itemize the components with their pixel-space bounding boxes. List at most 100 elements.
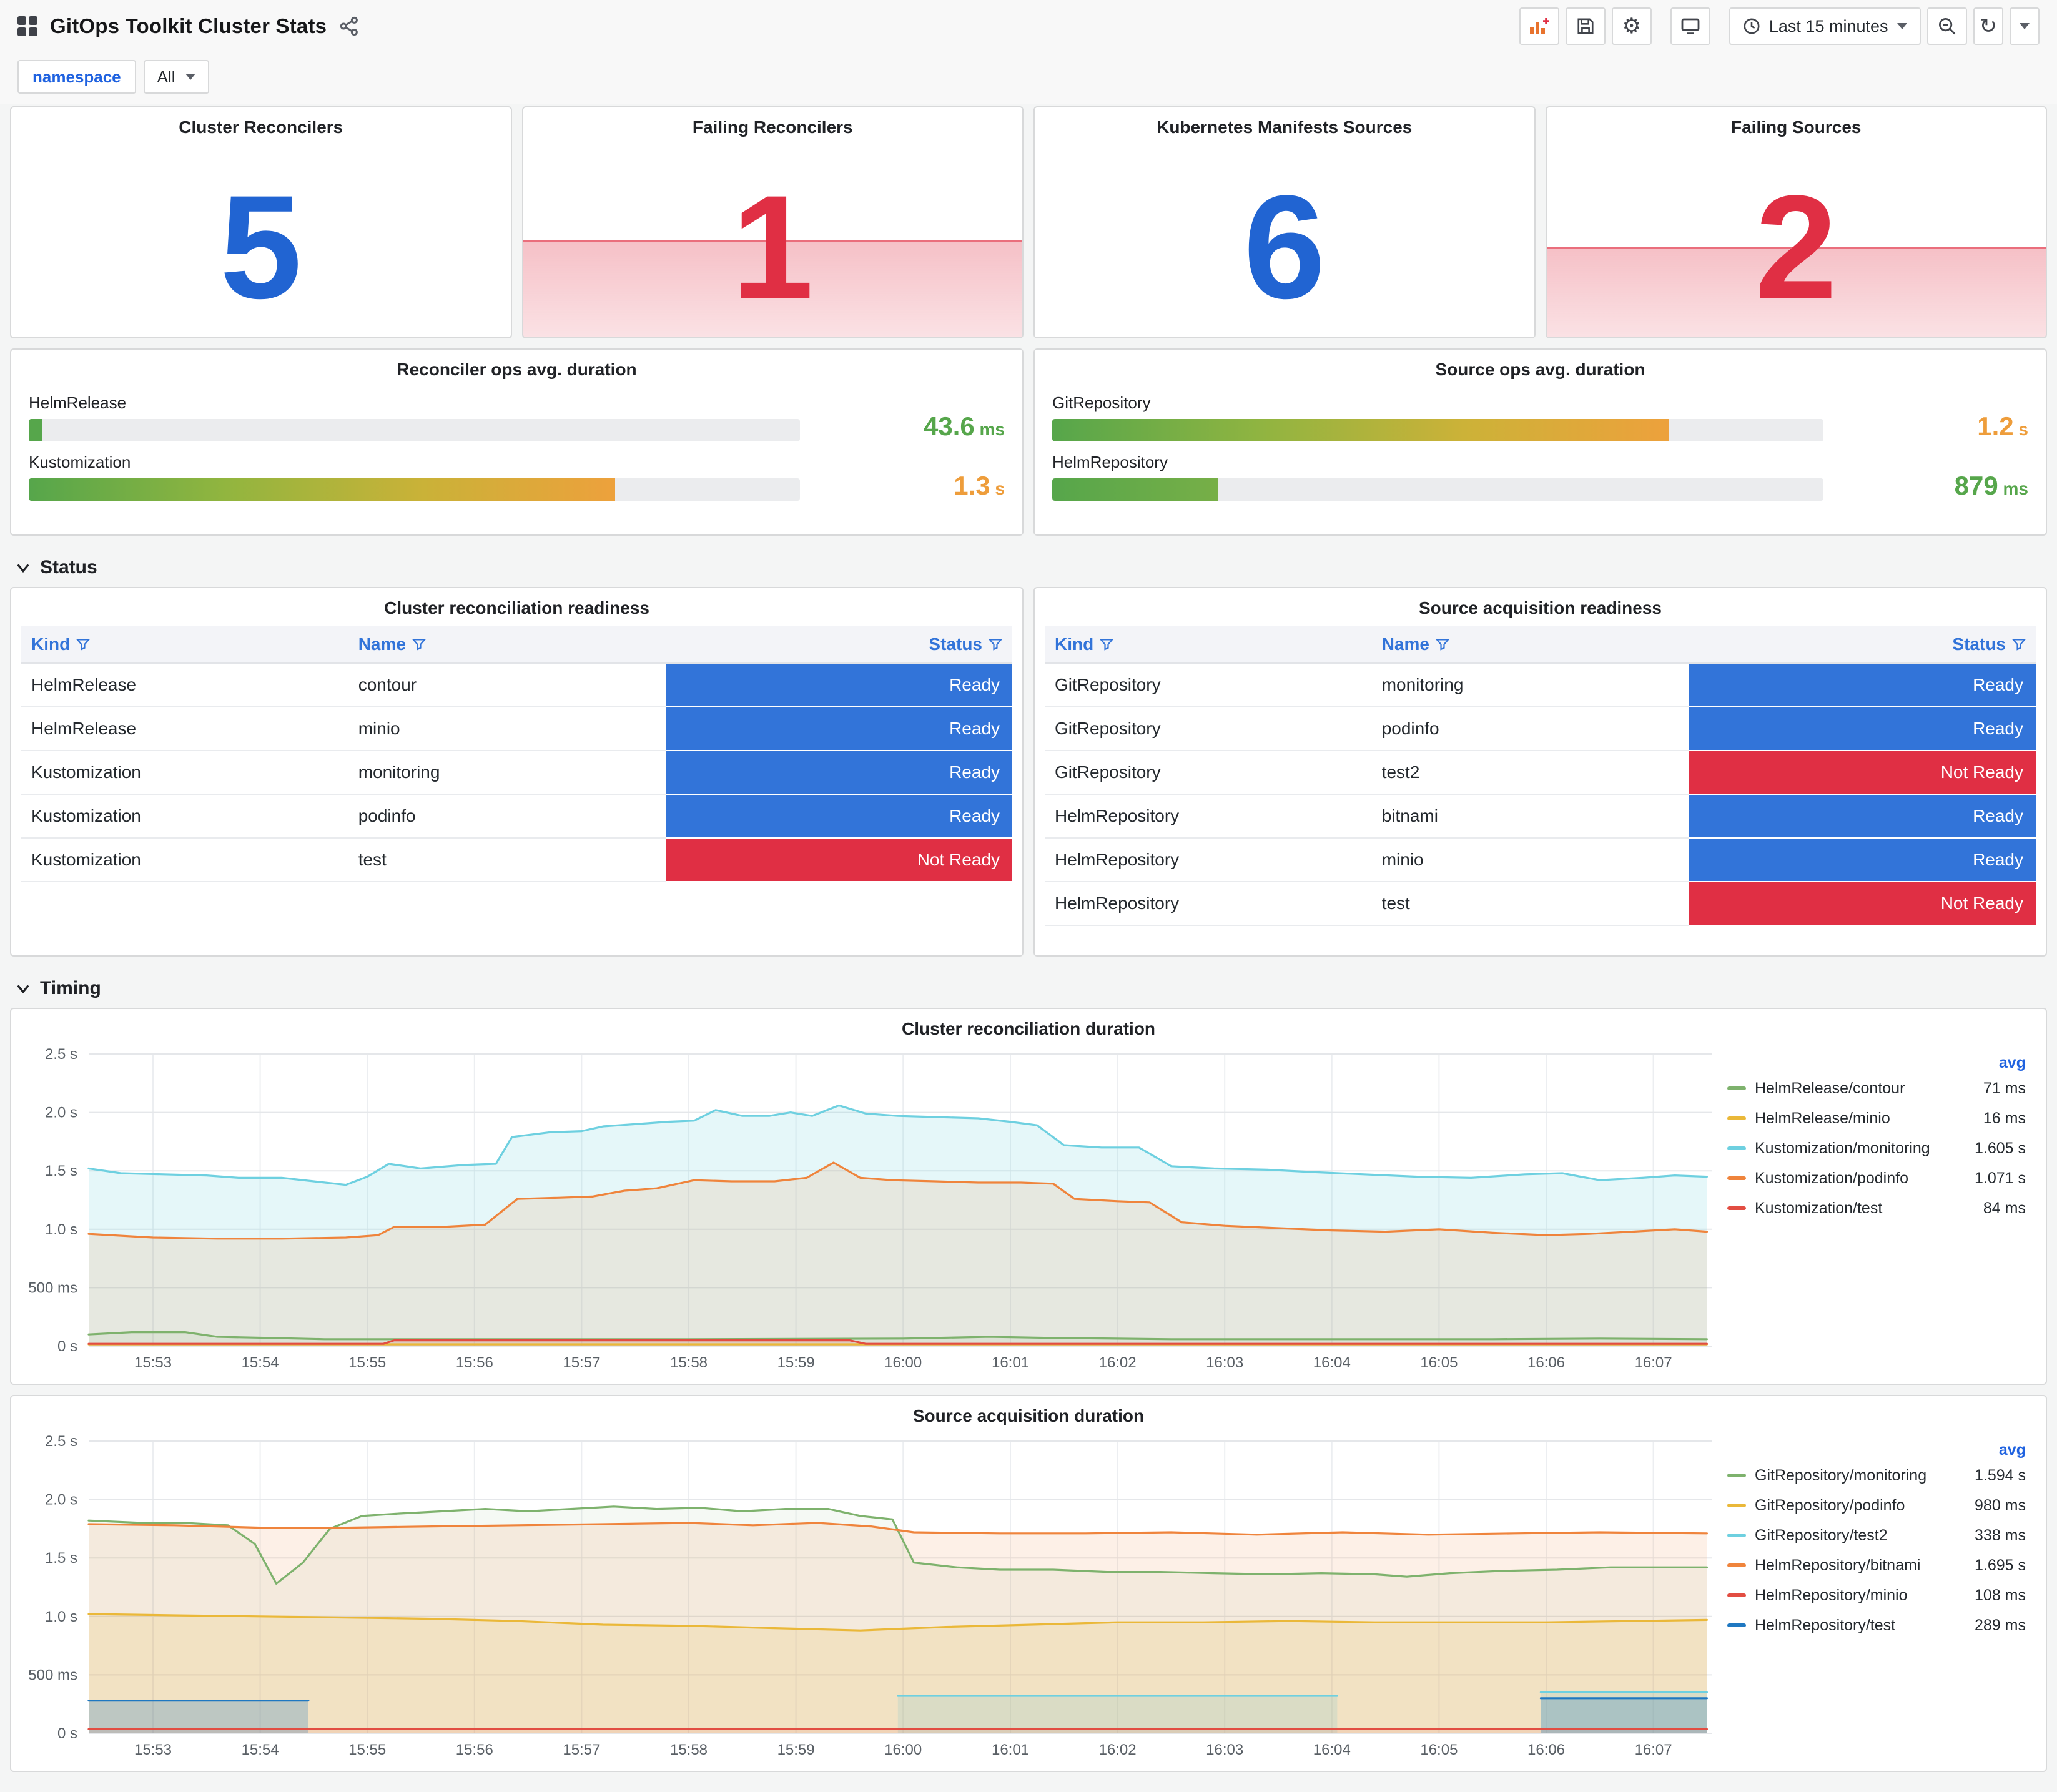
cell-status: Ready (1689, 838, 2036, 882)
filter-icon[interactable] (988, 638, 1003, 651)
table-row: GitRepository monitoring Ready (1045, 663, 2036, 707)
svg-text:16:02: 16:02 (1099, 1354, 1137, 1371)
dashboard-settings-button[interactable]: ⚙ (1611, 7, 1652, 45)
column-header-status[interactable]: Status (1689, 626, 2036, 664)
legend-item[interactable]: Kustomization/test 84 ms (1727, 1193, 2028, 1223)
cell-status: Not Ready (1689, 882, 2036, 926)
series-name: Kustomization/podinfo (1755, 1169, 1908, 1187)
panel-title[interactable]: Reconciler ops avg. duration (29, 350, 1005, 382)
cell-status: Ready (1689, 663, 2036, 707)
status-badge: Ready (665, 795, 1012, 837)
legend-item[interactable]: GitRepository/monitoring 1.594 s (1727, 1460, 2028, 1490)
legend-item[interactable]: GitRepository/podinfo 980 ms (1727, 1490, 2028, 1520)
section-row-timing[interactable]: Timing (10, 967, 2047, 1008)
table-row: HelmRepository minio Ready (1045, 838, 2036, 882)
cell-status: Not Ready (665, 838, 1012, 882)
cycle-view-mode-button[interactable] (1670, 7, 1710, 45)
svg-text:2.5 s: 2.5 s (45, 1046, 77, 1063)
legend-item[interactable]: HelmRepository/test 289 ms (1727, 1610, 2028, 1640)
filter-icon[interactable] (76, 638, 91, 651)
series-name: HelmRepository/bitnami (1755, 1556, 1921, 1574)
series-color-dash (1727, 1504, 1746, 1507)
legend-avg-header[interactable]: avg (1727, 1441, 2028, 1459)
gauge-value: 43.6 ms (924, 411, 1005, 441)
legend-item[interactable]: HelmRepository/minio 108 ms (1727, 1580, 2028, 1610)
timeseries-svg: 15:53 15:54 15:55 15:56 15:57 15:58 15:59 16:00… (28, 1433, 1712, 1758)
readiness-table: Kind Name Status GitRepository monitoring … (1045, 626, 2036, 926)
section-row-status[interactable]: Status (10, 546, 2047, 587)
svg-text:15:55: 15:55 (348, 1741, 386, 1758)
series-name: GitRepository/test2 (1755, 1526, 1888, 1544)
legend-item[interactable]: HelmRepository/bitnami 1.695 s (1727, 1550, 2028, 1580)
dashboard-title: GitOps Toolkit Cluster Stats (50, 14, 327, 37)
filter-icon[interactable] (1435, 638, 1450, 651)
status-badge: Not Ready (1689, 882, 2036, 925)
share-icon[interactable] (339, 16, 359, 36)
panel-title[interactable]: Source acquisition duration (11, 1396, 2046, 1429)
gauge-fill (29, 478, 615, 501)
column-header-status[interactable]: Status (665, 626, 1012, 664)
refresh-button[interactable]: ↻ (1973, 7, 2003, 45)
timeseries-plot[interactable]: 15:53 15:54 15:55 15:56 15:57 15:58 15:59 16:00… (16, 1041, 1722, 1376)
column-header-kind[interactable]: Kind (21, 626, 348, 664)
cell-status: Ready (1689, 794, 2036, 839)
series-color-dash (1727, 1534, 1746, 1537)
series-avg-value: 71 ms (1983, 1079, 2026, 1097)
zoom-out-button[interactable] (1926, 7, 1967, 45)
bar-gauge-row: HelmRepository 879 ms (1052, 453, 2028, 501)
panel-source-ops-duration: Source ops avg. duration GitRepository 1… (1033, 348, 2047, 536)
status-badge: Ready (1689, 839, 2036, 881)
svg-text:16:03: 16:03 (1206, 1354, 1243, 1371)
gauge-track (29, 419, 800, 441)
save-dashboard-button[interactable] (1565, 7, 1606, 45)
panel-title[interactable]: Failing Sources (1547, 107, 2046, 140)
stat-panel-failing-sources: Failing Sources 2 (1545, 106, 2047, 338)
series-color-dash (1727, 1563, 1746, 1567)
add-panel-button[interactable] (1519, 7, 1559, 45)
column-header-kind[interactable]: Kind (1045, 626, 1372, 664)
panel-title[interactable]: Failing Reconcilers (523, 107, 1023, 140)
legend-item[interactable]: HelmRelease/minio 16 ms (1727, 1103, 2028, 1133)
series-avg-value: 108 ms (1975, 1586, 2026, 1604)
svg-text:16:07: 16:07 (1635, 1354, 1672, 1371)
filter-icon[interactable] (2011, 638, 2026, 651)
gauge-track (1052, 419, 1823, 441)
panel-source-acquisition-readiness: Source acquisition readiness Kind Name Sta… (1033, 587, 2047, 957)
refresh-interval-dropdown[interactable] (2010, 7, 2040, 45)
column-header-name[interactable]: Name (348, 626, 666, 664)
svg-text:16:01: 16:01 (992, 1354, 1029, 1371)
legend-avg-header[interactable]: avg (1727, 1054, 2028, 1072)
panel-title[interactable]: Source ops avg. duration (1052, 350, 2028, 382)
svg-text:16:02: 16:02 (1099, 1741, 1137, 1758)
panel-title[interactable]: Kubernetes Manifests Sources (1035, 107, 1534, 140)
chevron-down-icon (17, 985, 29, 994)
timeseries-svg: 15:53 15:54 15:55 15:56 15:57 15:58 15:59 16:00… (28, 1046, 1712, 1371)
svg-text:16:06: 16:06 (1527, 1354, 1565, 1371)
readiness-table: Kind Name Status HelmRelease contour Ready… (21, 626, 1012, 882)
legend-item[interactable]: Kustomization/monitoring 1.605 s (1727, 1133, 2028, 1163)
chart-legend: avg HelmRelease/contour 71 ms HelmReleas… (1722, 1041, 2041, 1376)
column-header-name[interactable]: Name (1371, 626, 1689, 664)
panel-title[interactable]: Cluster reconciliation readiness (11, 588, 1022, 621)
panel-title[interactable]: Cluster Reconcilers (11, 107, 511, 140)
dashboard-header: GitOps Toolkit Cluster Stats ⚙ Last 15 m… (0, 0, 2057, 52)
legend-item[interactable]: GitRepository/test2 338 ms (1727, 1520, 2028, 1550)
panel-title[interactable]: Source acquisition readiness (1035, 588, 2046, 621)
variable-namespace-dropdown[interactable]: All (143, 60, 209, 94)
svg-text:15:57: 15:57 (563, 1741, 600, 1758)
gear-icon: ⚙ (1622, 14, 1642, 39)
refresh-icon: ↻ (1979, 14, 1998, 39)
legend-item[interactable]: Kustomization/podinfo 1.071 s (1727, 1163, 2028, 1193)
timeseries-plot[interactable]: 15:53 15:54 15:55 15:56 15:57 15:58 15:59 16:00… (16, 1429, 1722, 1763)
dashboard-grid-icon[interactable] (17, 16, 37, 36)
stat-panel-cluster-reconcilers: Cluster Reconcilers 5 (10, 106, 512, 338)
panel-reconciler-ops-duration: Reconciler ops avg. duration HelmRelease… (10, 348, 1024, 536)
filter-icon[interactable] (412, 638, 427, 651)
svg-text:16:05: 16:05 (1420, 1741, 1458, 1758)
time-range-picker[interactable]: Last 15 minutes (1729, 7, 1921, 45)
series-name: HelmRepository/test (1755, 1616, 1896, 1634)
panel-title[interactable]: Cluster reconciliation duration (11, 1009, 2046, 1041)
table-row: Kustomization podinfo Ready (21, 794, 1012, 839)
filter-icon[interactable] (1099, 638, 1114, 651)
legend-item[interactable]: HelmRelease/contour 71 ms (1727, 1073, 2028, 1103)
